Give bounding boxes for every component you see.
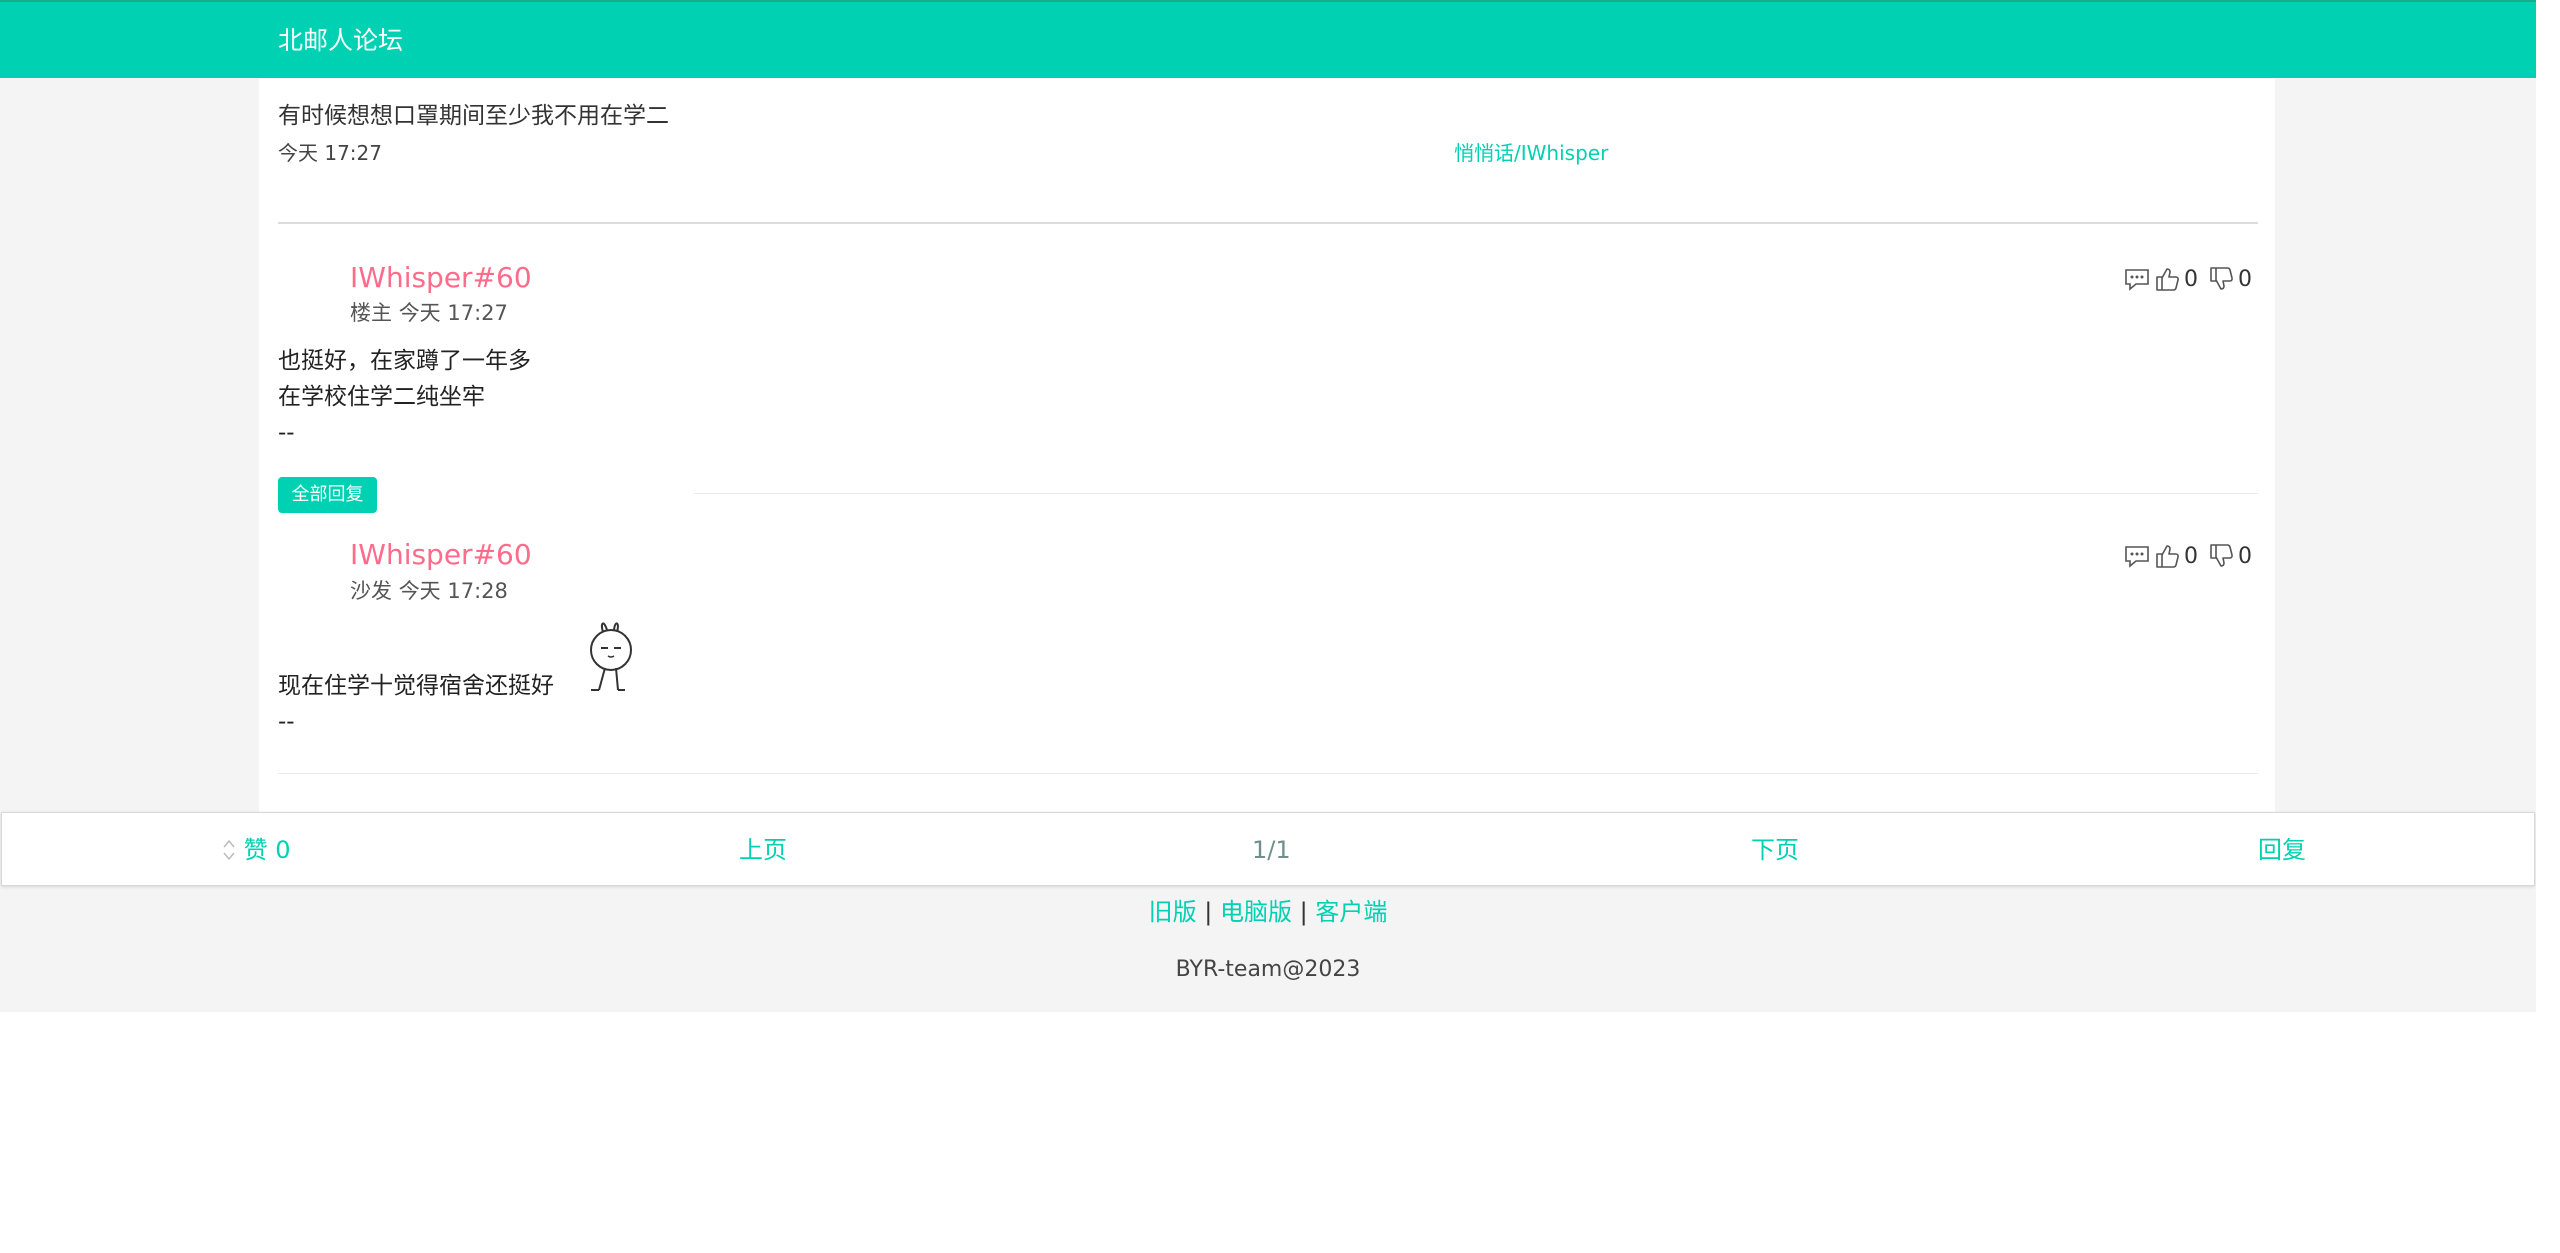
content-line: --: [278, 420, 295, 446]
post-content: 也挺好，在家蹲了一年多 在学校住学二纯坐牢 --: [278, 343, 531, 451]
next-page-button[interactable]: 下页: [1751, 835, 1799, 865]
scrollbar[interactable]: [2536, 0, 2560, 1253]
footer-links: 旧版 | 电脑版 | 客户端: [0, 896, 2536, 928]
page-indicator: 1/1: [1252, 836, 1291, 864]
comment-icon[interactable]: [2124, 267, 2150, 291]
post-time: 今天 17:28: [398, 579, 508, 603]
content-line: 在学校住学二纯坐牢: [278, 384, 485, 410]
thumbs-up-icon[interactable]: [2154, 266, 2180, 292]
content-line: --: [278, 709, 295, 735]
content-line: 也挺好，在家蹲了一年多: [278, 348, 531, 374]
main-content: [259, 78, 2275, 812]
post-content: 现在住学十觉得宿舍还挺好 --: [278, 668, 554, 740]
thumbs-down-icon[interactable]: [2208, 266, 2234, 292]
post-author[interactable]: IWhisper#60: [350, 260, 532, 296]
topic-divider: [278, 222, 2258, 224]
prev-page-button[interactable]: 上页: [739, 835, 787, 865]
old-version-link[interactable]: 旧版: [1149, 898, 1197, 926]
footer-separator: |: [1299, 898, 1308, 926]
page: 北邮人论坛 有时候想想口罩期间至少我不用在学二 今天 17:27 悄悄话/IWh…: [0, 0, 2560, 1253]
sticker-icon: [583, 620, 639, 700]
pc-version-link[interactable]: 电脑版: [1220, 898, 1292, 926]
like-topic-button[interactable]: 赞 0: [222, 835, 291, 865]
dislike-count: 0: [2238, 266, 2252, 292]
post-meta: 沙发 今天 17:28: [350, 577, 508, 605]
thumbs-up-icon[interactable]: [2154, 543, 2180, 569]
post-actions: 0 0: [2124, 266, 2258, 292]
post-floor: 沙发: [350, 579, 392, 603]
post-author[interactable]: IWhisper#60: [350, 537, 532, 573]
top-header: 北邮人论坛: [0, 0, 2536, 78]
sort-icon: [223, 839, 235, 861]
post-divider: [278, 773, 2258, 774]
post-divider: [694, 493, 2258, 494]
dislike-count: 0: [2238, 543, 2252, 569]
site-title[interactable]: 北邮人论坛: [278, 26, 403, 56]
post-actions: 0 0: [2124, 543, 2258, 569]
comment-icon[interactable]: [2124, 544, 2150, 568]
content-line: 现在住学十觉得宿舍还挺好: [278, 673, 554, 699]
like-count: 0: [2184, 543, 2198, 569]
board-link[interactable]: 悄悄话/IWhisper: [1454, 140, 1608, 166]
topic-title: 有时候想想口罩期间至少我不用在学二: [278, 103, 669, 129]
post-meta: 楼主 今天 17:27: [350, 299, 508, 327]
client-link[interactable]: 客户端: [1315, 898, 1387, 926]
like-topic-label: 赞 0: [243, 836, 291, 864]
footer-separator: |: [1204, 898, 1213, 926]
reply-button[interactable]: 回复: [2258, 835, 2306, 865]
topic-time: 今天 17:27: [278, 141, 382, 165]
thumbs-down-icon[interactable]: [2208, 543, 2234, 569]
copyright: BYR-team@2023: [1175, 957, 1361, 982]
reply-all-button[interactable]: 全部回复: [278, 477, 377, 513]
like-count: 0: [2184, 266, 2198, 292]
post-floor: 楼主: [350, 301, 392, 325]
post-time: 今天 17:27: [398, 301, 508, 325]
bottom-action-bar: 赞 0 上页 1/1 下页 回复: [1, 812, 2535, 886]
